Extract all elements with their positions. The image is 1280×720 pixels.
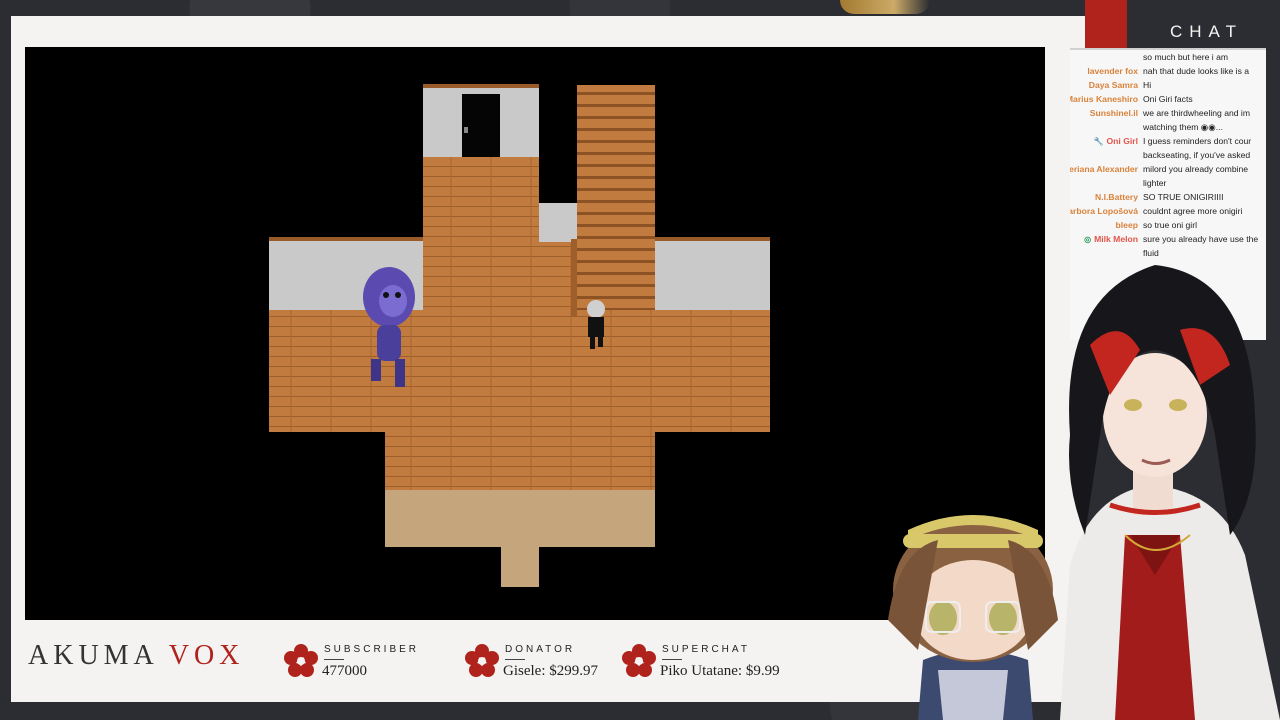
chat-message: Sunshinel.il we are thirdwheeling and im… bbox=[1070, 106, 1266, 134]
chat-message: ◎Barbora Lopošová couldnt agree more oni… bbox=[1070, 204, 1266, 218]
wrench-icon: 🔧 bbox=[1093, 137, 1104, 146]
channel-brand: AKUMA VOX bbox=[28, 640, 244, 672]
red-flower-icon bbox=[284, 644, 318, 677]
chat-username: N.I.Battery bbox=[1095, 192, 1138, 202]
chat-username: lavender fox bbox=[1087, 66, 1138, 76]
right-wall-trim bbox=[655, 237, 770, 241]
chat-text: Hi bbox=[1143, 80, 1152, 90]
chat-message: 🔧 Oni Girl I guess reminders don't cour b… bbox=[1070, 134, 1266, 162]
chat-text: nah that dude looks like is a bbox=[1143, 66, 1250, 76]
chat-username: 🔧 Oni Girl bbox=[1094, 134, 1138, 149]
left-wall-trim bbox=[269, 237, 425, 241]
chat-text: milord you already combine lighter bbox=[1143, 164, 1249, 188]
chat-username: ◎Barbora Lopošová bbox=[1070, 204, 1138, 219]
chat-text: I guess reminders don't cour backseating… bbox=[1143, 136, 1252, 160]
donator-value: Gisele: $299.97 bbox=[503, 663, 598, 679]
chat-message: lavender fox nah that dude looks like is… bbox=[1070, 64, 1266, 78]
chat-username: Meriana Alexander bbox=[1070, 164, 1138, 174]
chat-accent-bar bbox=[1085, 0, 1127, 48]
chat-text: so true oni girl bbox=[1143, 220, 1197, 230]
red-flower-icon bbox=[622, 644, 656, 677]
chibi-avatar bbox=[888, 515, 1058, 720]
top-wall-trim bbox=[423, 84, 539, 88]
red-flower-icon bbox=[465, 644, 499, 677]
chat-text: SO TRUE ONIGIRIIII bbox=[1143, 192, 1224, 202]
divider bbox=[324, 659, 344, 660]
brand-name-left: AKUMA bbox=[28, 640, 158, 671]
gold-ornament bbox=[840, 0, 930, 14]
chat-username-text: Barbora Lopošová bbox=[1070, 206, 1138, 216]
stair-rail bbox=[571, 239, 577, 317]
divider bbox=[662, 659, 682, 660]
chat-username: bleep bbox=[1115, 220, 1138, 230]
door-knob bbox=[464, 127, 468, 133]
subscriber-count: 477000 bbox=[322, 663, 367, 679]
chat-message: N.I.Battery SO TRUE ONIGIRIIII bbox=[1070, 190, 1266, 204]
chat-message: Meriana Alexander milord you already com… bbox=[1070, 162, 1266, 190]
chat-username-text: Oni Girl bbox=[1106, 136, 1138, 146]
superchat-label: SUPERCHAT bbox=[662, 644, 750, 655]
divider bbox=[505, 659, 525, 660]
chat-username: Daya Samra bbox=[1088, 80, 1138, 90]
superchat-value: Piko Utatane: $9.99 bbox=[660, 663, 780, 679]
right-wall bbox=[655, 240, 770, 310]
entrance-step bbox=[501, 547, 539, 587]
donator-label: DONATOR bbox=[505, 644, 576, 655]
lower-floor bbox=[385, 432, 655, 490]
chat-message: Daya Samra Hi bbox=[1070, 78, 1266, 92]
brand-name-right: VOX bbox=[168, 640, 245, 671]
subscriber-label: SUBSCRIBER bbox=[324, 644, 420, 655]
chat-text: couldnt agree more onigiri bbox=[1143, 206, 1243, 216]
entrance-mat bbox=[385, 490, 655, 547]
chat-text: we are thirdwheeling and im watching the… bbox=[1143, 108, 1251, 132]
chat-text: Oni Giri facts bbox=[1143, 94, 1193, 104]
chat-message: Marius Kaneshiro Oni Giri facts bbox=[1070, 92, 1266, 106]
chat-title: CHAT bbox=[1170, 22, 1244, 41]
chat-username: Marius Kaneshiro bbox=[1070, 94, 1138, 104]
top-floor bbox=[423, 157, 539, 242]
staircase bbox=[577, 85, 655, 310]
chat-message: bleep so true oni girl bbox=[1070, 218, 1266, 232]
chat-text: so much but here i am bbox=[1143, 52, 1229, 62]
chat-username: Sunshinel.il bbox=[1089, 108, 1138, 118]
main-floor bbox=[269, 310, 770, 432]
chat-message: so much but here i am bbox=[1070, 50, 1266, 64]
